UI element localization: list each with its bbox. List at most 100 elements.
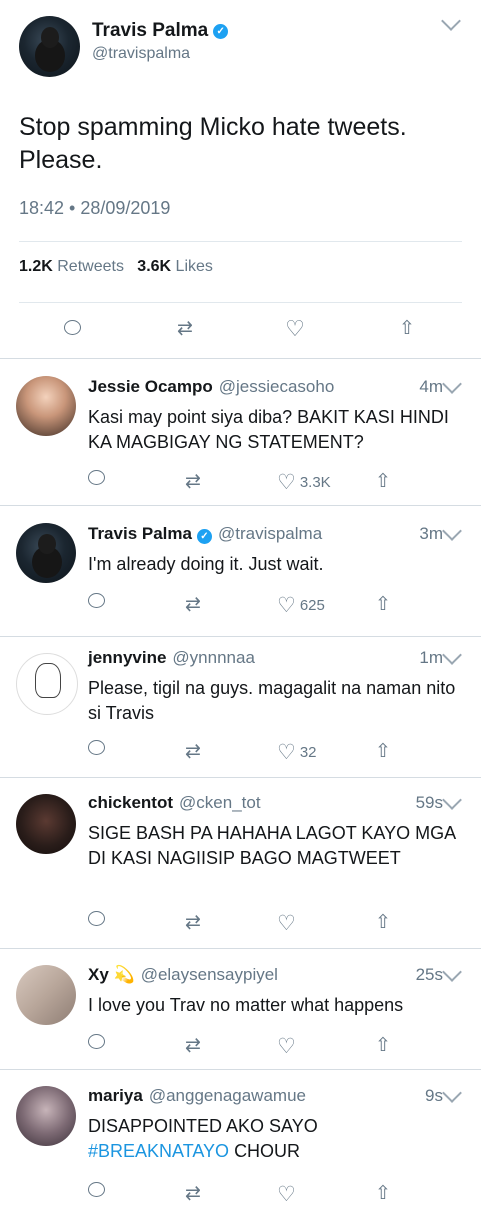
reply-tweet[interactable]: chickentot @cken_tot 59s SIGE BASH PA HAH… [0,778,481,948]
tweet-stats: 1.2K Retweets 3.6K Likes [19,258,213,276]
reply-avatar[interactable] [16,1086,76,1146]
reply-text: DISAPPOINTED AKO SAYO #BREAKNATAYO CHOUR [88,1114,458,1164]
reply-author-name[interactable]: mariya [88,1086,143,1105]
reply-actions: ⇄ ♡ ⇧ [88,1034,408,1058]
share-icon: ⇧ [375,741,391,762]
share-button[interactable]: ⇧ [396,318,418,340]
reply-author[interactable]: mariya @anggenagawamue [88,1086,306,1106]
chevron-down-icon[interactable] [442,645,462,665]
like-button[interactable]: ♡ [277,1182,296,1207]
share-button[interactable]: ⇧ [375,911,391,934]
share-icon: ⇧ [375,1183,391,1204]
share-button[interactable]: ⇧ [375,740,391,763]
reply-button[interactable] [88,593,105,608]
reply-button[interactable] [88,470,105,485]
reply-author[interactable]: jennyvine @ynnnnaa [88,648,255,668]
hashtag-link[interactable]: #BREAKNATAYO [88,1141,229,1161]
verified-badge-icon: ✓ [196,529,212,544]
reply-author-name[interactable]: Xy 💫 [88,965,135,984]
reply-author-name[interactable]: Travis Palma [88,524,192,543]
main-tweet-handle[interactable]: @travispalma [92,45,190,63]
heart-icon: ♡ [277,471,296,494]
reply-text-part: DISAPPOINTED AKO SAYO [88,1116,318,1136]
reply-time: 4m [419,377,443,396]
reply-text: Kasi may point siya diba? BAKIT KASI HIN… [88,407,449,452]
chevron-down-icon[interactable] [442,374,462,394]
reply-avatar[interactable] [16,794,76,854]
reply-time: 59s [415,793,443,812]
reply-icon [88,593,105,608]
reply-handle[interactable]: @ynnnnaa [172,648,255,667]
like-button[interactable]: ♡ 3.3K [277,470,331,495]
retweets-count[interactable]: 1.2K [19,258,53,275]
reply-time: 1m [419,648,443,667]
retweet-button[interactable]: ⇄ [185,1034,201,1057]
reply-icon [88,1182,105,1197]
main-tweet-author[interactable]: Travis Palma ✓ [92,20,229,42]
reply-actions: ⇄ ♡ 3.3K ⇧ [88,470,408,494]
reply-author[interactable]: chickentot @cken_tot [88,793,261,813]
reply-button[interactable] [88,911,105,926]
reply-time: 25s [415,965,443,984]
heart-icon: ♡ [277,912,296,935]
reply-tweet[interactable]: Travis Palma ✓ @travispalma 3m I'm already… [0,506,481,636]
reply-author-name[interactable]: chickentot [88,793,173,812]
reply-tweet[interactable]: mariya @anggenagawamue 9s DISAPPOINTED AK… [0,1070,481,1206]
like-count: 32 [299,744,317,761]
reply-avatar[interactable] [16,523,76,583]
share-button[interactable]: ⇧ [375,1034,391,1057]
reply-author[interactable]: Xy 💫 @elaysensaypiyel [88,965,278,985]
like-count: 625 [299,597,325,614]
reply-button[interactable] [88,740,105,755]
chevron-down-icon[interactable] [442,790,462,810]
share-button[interactable]: ⇧ [375,593,391,616]
main-tweet-avatar[interactable] [19,16,80,77]
reply-button[interactable] [64,320,86,342]
chevron-down-icon[interactable] [442,1083,462,1103]
reply-actions: ⇄ ♡ 32 ⇧ [88,740,408,764]
chevron-down-icon[interactable] [441,11,461,31]
reply-icon [88,470,105,485]
reply-tweet[interactable]: Xy 💫 @elaysensaypiyel 25s I love you Trav… [0,949,481,1069]
like-button[interactable]: ♡ [277,1034,296,1059]
reply-tweet[interactable]: Jessie Ocampo @jessiecasoho 4m Kasi may p… [0,359,481,505]
reply-handle[interactable]: @jessiecasoho [219,377,335,396]
likes-count[interactable]: 3.6K [137,258,171,275]
reply-button[interactable] [88,1034,105,1049]
retweet-icon: ⇄ [185,1183,201,1204]
chevron-down-icon[interactable] [442,962,462,982]
reply-time: 3m [419,524,443,543]
like-button[interactable]: ♡ [277,911,296,936]
reply-handle[interactable]: @elaysensaypiyel [141,965,278,984]
reply-handle[interactable]: @cken_tot [179,793,261,812]
reply-author[interactable]: Jessie Ocampo @jessiecasoho [88,377,334,397]
reply-avatar[interactable] [16,653,78,715]
retweet-button[interactable]: ⇄ [185,740,201,763]
like-button[interactable]: ♡ 32 [277,740,317,765]
retweet-button[interactable]: ⇄ [185,1182,201,1205]
reply-author-name[interactable]: jennyvine [88,648,166,667]
retweet-button[interactable]: ⇄ [185,593,201,616]
reply-button[interactable] [88,1182,105,1197]
retweet-button[interactable]: ⇄ [185,470,201,493]
main-tweet-author-name[interactable]: Travis Palma [92,20,208,42]
share-button[interactable]: ⇧ [375,1182,391,1205]
reply-avatar[interactable] [16,965,76,1025]
share-icon: ⇧ [375,1035,391,1056]
like-button[interactable]: ♡ [284,318,306,340]
reply-author-name[interactable]: Jessie Ocampo [88,377,213,396]
retweets-label[interactable]: Retweets [57,258,124,275]
likes-label[interactable]: Likes [176,258,213,275]
heart-icon: ♡ [285,316,305,341]
reply-author[interactable]: Travis Palma ✓ @travispalma [88,524,322,544]
retweet-button[interactable]: ⇄ [185,911,201,934]
chevron-down-icon[interactable] [442,521,462,541]
like-button[interactable]: ♡ 625 [277,593,325,618]
retweet-icon: ⇄ [185,1035,201,1056]
share-button[interactable]: ⇧ [375,470,391,493]
reply-handle[interactable]: @anggenagawamue [149,1086,306,1105]
reply-avatar[interactable] [16,376,76,436]
reply-handle[interactable]: @travispalma [218,524,322,543]
retweet-button[interactable]: ⇄ [174,318,196,340]
reply-tweet[interactable]: jennyvine @ynnnnaa 1m Please, tigil na gu… [0,637,481,777]
